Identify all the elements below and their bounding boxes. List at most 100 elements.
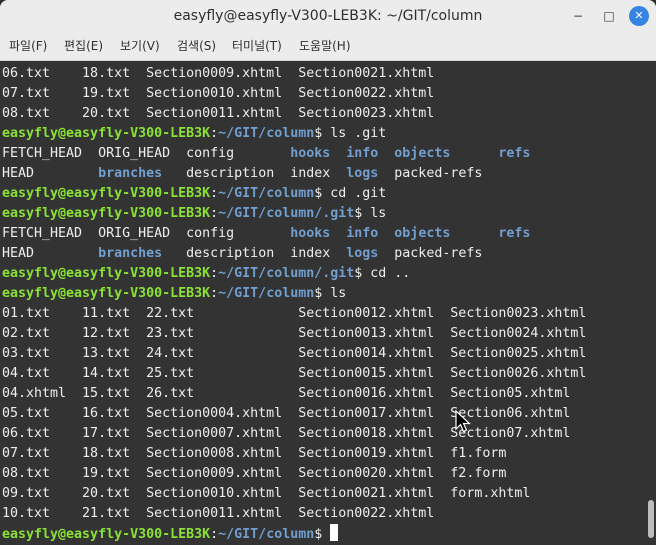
directory-name: refs bbox=[498, 146, 531, 161]
output-line: 07.txt 19.txt Section0010.xhtml Section0… bbox=[2, 84, 586, 104]
output-line: 06.txt 18.txt Section0009.xhtml Section0… bbox=[2, 64, 586, 84]
menu-bar: 파일(F) 편집(E) 보기(V) 검색(S) 터미널(T) 도움말(H) bbox=[0, 32, 656, 61]
prompt-path: ~/GIT/column/.git bbox=[218, 266, 355, 281]
output-line: 03.txt 13.txt 24.txt Section0014.xhtml S… bbox=[2, 344, 586, 364]
output-line: HEAD branches description index logs pac… bbox=[2, 244, 586, 264]
prompt-user: easyfly@easyfly-V300-LEB3K bbox=[2, 206, 211, 221]
command-text bbox=[322, 527, 330, 542]
prompt-path: ~/GIT/column bbox=[218, 126, 315, 141]
prompt-line: easyfly@easyfly-V300-LEB3K:~/GIT/column$… bbox=[2, 284, 586, 304]
maximize-button[interactable]: □ bbox=[599, 6, 619, 26]
output-text: HEAD bbox=[2, 166, 99, 181]
menu-file[interactable]: 파일(F) bbox=[9, 32, 47, 60]
prompt-separator: : bbox=[210, 126, 219, 141]
directory-name: objects bbox=[394, 146, 451, 161]
text-cursor bbox=[330, 524, 339, 541]
output-line: 07.txt 18.txt Section0008.xhtml Section0… bbox=[2, 444, 586, 464]
prompt-user: easyfly@easyfly-V300-LEB3K bbox=[2, 286, 211, 301]
output-text: 07.txt 19.txt Section0010.xhtml Section0… bbox=[2, 86, 435, 101]
prompt-separator: : bbox=[210, 286, 219, 301]
directory-name: hooks bbox=[290, 226, 331, 241]
output-text: 04.txt 14.txt 25.txt Section0015.xhtml S… bbox=[2, 366, 587, 381]
command-text: ls .git bbox=[322, 126, 387, 141]
scrollbar-thumb[interactable] bbox=[648, 500, 654, 538]
menu-help[interactable]: 도움말(H) bbox=[299, 32, 351, 60]
prompt-user: easyfly@easyfly-V300-LEB3K bbox=[2, 186, 211, 201]
output-text: 08.txt 20.txt Section0011.xhtml Section0… bbox=[2, 106, 435, 121]
prompt-separator: : bbox=[210, 266, 219, 281]
output-line: HEAD branches description index logs pac… bbox=[2, 164, 586, 184]
output-text: 05.txt 16.txt Section0004.xhtml Section0… bbox=[2, 406, 571, 421]
directory-name: branches bbox=[98, 246, 163, 261]
directory-name: logs bbox=[346, 246, 379, 261]
output-line: 06.txt 17.txt Section0007.xhtml Section0… bbox=[2, 424, 586, 444]
command-text: cd .. bbox=[362, 266, 411, 281]
output-text: packed-refs bbox=[378, 246, 483, 261]
output-line: 04.txt 14.txt 25.txt Section0015.xhtml S… bbox=[2, 364, 586, 384]
minimize-button[interactable]: − bbox=[568, 6, 588, 26]
directory-name: hooks bbox=[290, 146, 331, 161]
title-bar[interactable]: easyfly@easyfly-V300-LEB3K: ~/GIT/column… bbox=[0, 0, 656, 32]
terminal-window: easyfly@easyfly-V300-LEB3K: ~/GIT/column… bbox=[0, 0, 656, 545]
terminal-lines: 06.txt 18.txt Section0009.xhtml Section0… bbox=[2, 64, 586, 544]
output-line: 02.txt 12.txt 23.txt Section0013.xhtml S… bbox=[2, 324, 586, 344]
output-text: 06.txt 17.txt Section0007.xhtml Section0… bbox=[2, 426, 571, 441]
output-text: 10.txt 21.txt Section0011.xhtml Section0… bbox=[2, 506, 435, 521]
menu-edit[interactable]: 편집(E) bbox=[64, 32, 103, 60]
terminal-output[interactable]: 06.txt 18.txt Section0009.xhtml Section0… bbox=[0, 61, 656, 545]
prompt-line: easyfly@easyfly-V300-LEB3K:~/GIT/column$ bbox=[2, 524, 586, 544]
prompt-separator: : bbox=[210, 527, 219, 542]
output-text: 02.txt 12.txt 23.txt Section0013.xhtml S… bbox=[2, 326, 587, 341]
output-text: FETCH_HEAD ORIG_HEAD config bbox=[2, 146, 291, 161]
directory-name: branches bbox=[98, 166, 163, 181]
close-button[interactable]: ✕ bbox=[629, 6, 649, 26]
menu-search[interactable]: 검색(S) bbox=[177, 32, 216, 60]
output-text: HEAD bbox=[2, 246, 99, 261]
directory-name: objects bbox=[394, 226, 451, 241]
output-line: 04.xhtml 15.txt 26.txt Section0016.xhtml… bbox=[2, 384, 586, 404]
menu-terminal[interactable]: 터미널(T) bbox=[232, 32, 282, 60]
output-line: FETCH_HEAD ORIG_HEAD config hooks info o… bbox=[2, 224, 586, 244]
output-line: 09.txt 20.txt Section0010.xhtml Section0… bbox=[2, 484, 586, 504]
output-text: description index bbox=[162, 166, 347, 181]
prompt-line: easyfly@easyfly-V300-LEB3K:~/GIT/column/… bbox=[2, 264, 586, 284]
output-text: 04.xhtml 15.txt 26.txt Section0016.xhtml… bbox=[2, 386, 571, 401]
prompt-path: ~/GIT/column bbox=[218, 186, 315, 201]
output-line: 10.txt 21.txt Section0011.xhtml Section0… bbox=[2, 504, 586, 524]
output-text: packed-refs bbox=[378, 166, 483, 181]
prompt-path: ~/GIT/column/.git bbox=[218, 206, 355, 221]
directory-name: logs bbox=[346, 166, 379, 181]
menu-view[interactable]: 보기(V) bbox=[120, 32, 160, 60]
command-text: ls bbox=[322, 286, 347, 301]
prompt-path: ~/GIT/column bbox=[218, 527, 315, 542]
output-line: 01.txt 11.txt 22.txt Section0012.xhtml S… bbox=[2, 304, 586, 324]
output-text: 08.txt 19.txt Section0009.xhtml Section0… bbox=[2, 466, 507, 481]
output-text: 06.txt 18.txt Section0009.xhtml Section0… bbox=[2, 66, 435, 81]
scrollbar[interactable] bbox=[648, 61, 654, 545]
mouse-pointer-icon bbox=[455, 410, 471, 433]
prompt-user: easyfly@easyfly-V300-LEB3K bbox=[2, 527, 211, 542]
directory-name: info bbox=[346, 226, 379, 241]
directory-name: refs bbox=[498, 226, 531, 241]
prompt-separator: : bbox=[210, 186, 219, 201]
output-text: 07.txt 18.txt Section0008.xhtml Section0… bbox=[2, 446, 507, 461]
prompt-user: easyfly@easyfly-V300-LEB3K bbox=[2, 266, 211, 281]
prompt-user: easyfly@easyfly-V300-LEB3K bbox=[2, 126, 211, 141]
prompt-line: easyfly@easyfly-V300-LEB3K:~/GIT/column$… bbox=[2, 184, 586, 204]
prompt-separator: : bbox=[210, 206, 219, 221]
output-line: FETCH_HEAD ORIG_HEAD config hooks info o… bbox=[2, 144, 586, 164]
output-line: 08.txt 20.txt Section0011.xhtml Section0… bbox=[2, 104, 586, 124]
output-text: 03.txt 13.txt 24.txt Section0014.xhtml S… bbox=[2, 346, 587, 361]
output-text: 01.txt 11.txt 22.txt Section0012.xhtml S… bbox=[2, 306, 587, 321]
prompt-path: ~/GIT/column bbox=[218, 286, 315, 301]
output-text: FETCH_HEAD ORIG_HEAD config bbox=[2, 226, 291, 241]
command-text: cd .git bbox=[322, 186, 387, 201]
directory-name: info bbox=[346, 146, 379, 161]
output-text: description index bbox=[162, 246, 347, 261]
